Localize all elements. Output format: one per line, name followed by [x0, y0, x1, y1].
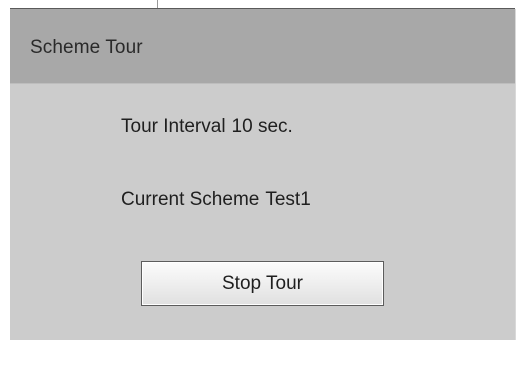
panel-header: Scheme Tour: [10, 9, 515, 84]
current-scheme-value: Test1: [265, 189, 311, 210]
current-scheme-label: Current Scheme: [121, 189, 260, 210]
stop-tour-button[interactable]: Stop Tour: [141, 261, 384, 306]
current-scheme-row: Current Scheme Test1: [121, 189, 311, 211]
top-divider-tick: [157, 0, 158, 8]
tour-interval-value: 10 sec.: [231, 116, 293, 137]
panel-title: Scheme Tour: [30, 37, 143, 58]
tour-interval-label: Tour Interval: [121, 116, 226, 137]
tour-interval-row: Tour Interval 10 sec.: [121, 116, 293, 138]
